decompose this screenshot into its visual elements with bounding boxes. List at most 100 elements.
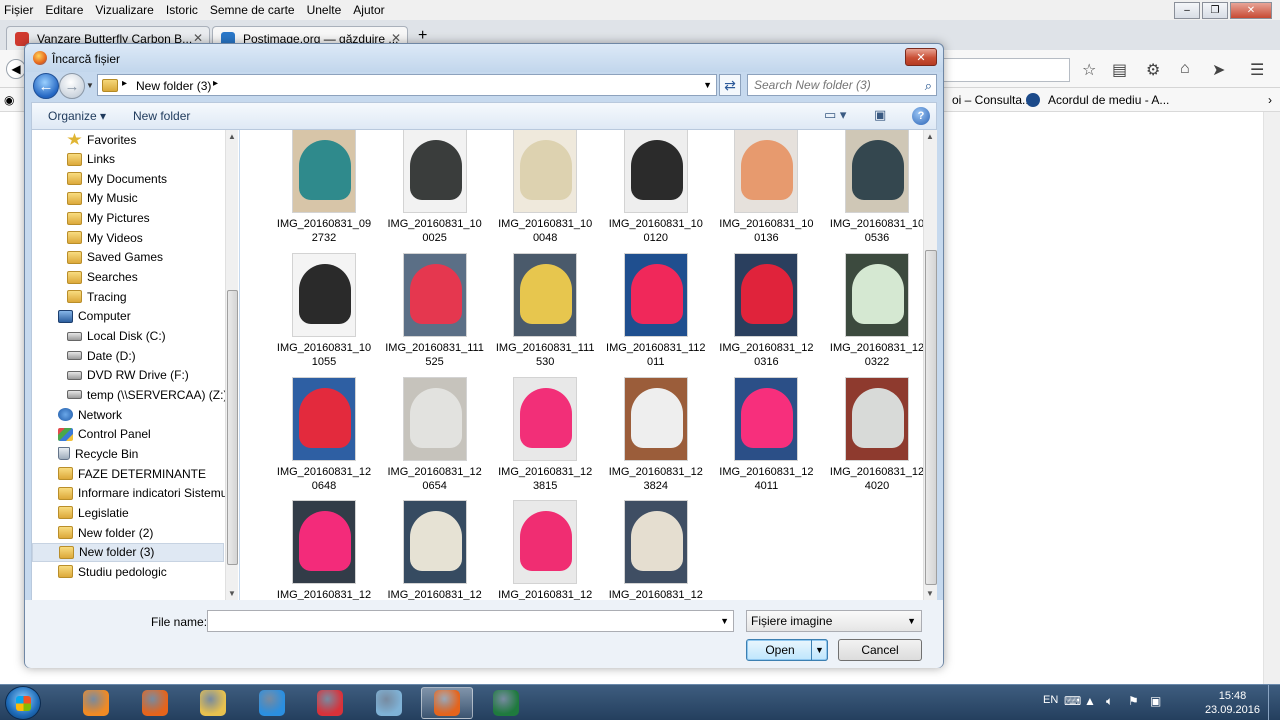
nav-item[interactable]: New folder (3): [32, 542, 224, 562]
file-item[interactable]: IMG_20160831_124020: [827, 376, 923, 493]
forward-arrow-icon[interactable]: →: [59, 73, 85, 99]
chevron-right-icon[interactable]: ›: [1268, 93, 1272, 107]
settings-gear-icon[interactable]: ⚙: [1146, 60, 1160, 80]
bookmark-item[interactable]: Acordul de mediu - A...: [1048, 93, 1169, 107]
menu-item[interactable]: Unelte: [307, 3, 342, 17]
browser-search-box[interactable]: [940, 58, 1070, 82]
nav-item[interactable]: Searches: [67, 268, 224, 287]
file-item[interactable]: IMG_20160831_120322: [827, 252, 923, 369]
nav-item[interactable]: Studiu pedologic: [58, 562, 224, 581]
file-item[interactable]: IMG_20160831_100136: [716, 130, 816, 245]
nav-item[interactable]: My Music: [67, 189, 224, 208]
chevron-down-icon[interactable]: ▼: [703, 80, 712, 90]
refresh-icon[interactable]: ⇄: [719, 74, 741, 96]
nav-item[interactable]: Control Panel: [58, 425, 224, 444]
volume-icon[interactable]: 🔈︎: [1106, 694, 1113, 709]
page-scrollbar[interactable]: [1263, 112, 1280, 684]
new-folder-button[interactable]: New folder: [133, 109, 190, 123]
show-desktop-button[interactable]: [1268, 685, 1280, 720]
maximize-button[interactable]: ❐: [1202, 2, 1228, 19]
file-item[interactable]: IMG_20160831_120648: [274, 376, 374, 493]
scrollbar-thumb[interactable]: [227, 290, 238, 565]
file-item[interactable]: IMG_20160831_120654: [385, 376, 485, 493]
chevron-right-icon[interactable]: ▸: [122, 78, 127, 89]
file-item[interactable]: IMG_20160831_100536: [827, 130, 923, 245]
file-item[interactable]: IMG_20160831_092732: [274, 130, 374, 245]
file-item[interactable]: IMG_20160831_111530: [495, 252, 595, 369]
taskbar-app-button[interactable]: [480, 687, 532, 719]
search-icon[interactable]: ⌕: [925, 78, 932, 94]
nav-item[interactable]: Legislatie: [58, 503, 224, 522]
menu-item[interactable]: Ajutor: [353, 3, 384, 17]
scroll-down-icon[interactable]: ▼: [228, 589, 236, 598]
minimize-button[interactable]: –: [1174, 2, 1200, 19]
nav-item[interactable]: Informare indicatori Sistemul: [58, 484, 230, 503]
file-item[interactable]: IMG_20160831_123824: [606, 376, 706, 493]
file-type-select[interactable]: Fișiere imagine ▼: [746, 610, 922, 632]
clock[interactable]: 15:48 23.09.2016: [1205, 689, 1260, 717]
bookmark-icon[interactable]: ◉: [4, 93, 14, 107]
hamburger-menu-icon[interactable]: ☰: [1250, 60, 1264, 80]
file-list-scrollbar[interactable]: ▲ ▼: [923, 130, 937, 600]
taskbar-app-button[interactable]: [304, 687, 356, 719]
start-button[interactable]: [5, 686, 41, 720]
nav-item[interactable]: Recycle Bin: [58, 444, 224, 463]
file-item[interactable]: IMG_20160831_111525: [385, 252, 485, 369]
flag-icon[interactable]: ⚑: [1128, 694, 1139, 708]
nav-item[interactable]: Network: [58, 405, 224, 424]
nav-item[interactable]: My Pictures: [67, 209, 224, 228]
dialog-close-button[interactable]: ✕: [905, 48, 937, 66]
taskbar-app-button[interactable]: [246, 687, 298, 719]
navigation-scrollbar[interactable]: ▲ ▼: [225, 130, 238, 600]
help-icon[interactable]: ?: [912, 107, 930, 125]
search-input[interactable]: [748, 75, 908, 95]
taskbar-app-button[interactable]: [129, 687, 181, 719]
cancel-button[interactable]: Cancel: [838, 639, 922, 661]
file-item[interactable]: IMG_20160831_124637: [495, 500, 595, 600]
nav-item[interactable]: temp (\\SERVERCAA) (Z:): [67, 385, 227, 404]
history-dropdown-icon[interactable]: ▼: [86, 81, 94, 90]
chevron-down-icon[interactable]: ▼: [720, 616, 729, 626]
nav-item[interactable]: My Videos: [67, 228, 224, 247]
file-item[interactable]: IMG_20160831_123815: [495, 376, 595, 493]
network-icon[interactable]: ▣: [1150, 694, 1161, 708]
nav-item[interactable]: Saved Games: [67, 248, 224, 267]
file-item[interactable]: IMG_20160831_112011: [606, 252, 706, 369]
breadcrumb-item[interactable]: New folder (3): [136, 79, 211, 93]
nav-item[interactable]: Local Disk (C:): [67, 327, 224, 346]
nav-item[interactable]: Date (D:): [67, 346, 224, 365]
file-item[interactable]: IMG_20160831_120316: [716, 252, 816, 369]
scroll-up-icon[interactable]: ▲: [228, 132, 236, 141]
language-indicator[interactable]: EN: [1043, 694, 1058, 706]
back-arrow-icon[interactable]: ←: [33, 73, 59, 99]
view-options-icon[interactable]: ▭ ▾: [824, 107, 846, 123]
chevron-down-icon[interactable]: ▼: [907, 616, 916, 626]
window-close-button[interactable]: ✕: [1230, 2, 1272, 19]
nav-item[interactable]: FAZE DETERMINANTE: [58, 464, 224, 483]
file-name-combo[interactable]: ▼: [207, 610, 734, 632]
nav-item[interactable]: Computer: [58, 307, 224, 326]
chevron-up-icon[interactable]: ▲: [1084, 694, 1096, 708]
send-icon[interactable]: ➤: [1212, 60, 1225, 80]
bookmark-star-icon[interactable]: ☆: [1082, 60, 1096, 80]
reading-list-icon[interactable]: ▤: [1112, 60, 1127, 80]
open-dropdown-icon[interactable]: ▼: [811, 639, 828, 661]
menu-item[interactable]: Editare: [45, 3, 83, 17]
scroll-down-icon[interactable]: ▼: [926, 589, 934, 598]
nav-item[interactable]: Links: [67, 150, 224, 169]
file-name-input[interactable]: [208, 611, 708, 631]
nav-item[interactable]: My Documents: [67, 169, 224, 188]
menu-item[interactable]: Semne de carte: [210, 3, 295, 17]
nav-item[interactable]: Tracing: [67, 287, 224, 306]
file-item[interactable]: IMG_20160831_124406: [385, 500, 485, 600]
nav-item[interactable]: DVD RW Drive (F:): [67, 366, 224, 385]
organize-button[interactable]: Organize ▾: [48, 109, 106, 123]
file-item[interactable]: IMG_20160831_100120: [606, 130, 706, 245]
file-item[interactable]: IMG_20160831_100025: [385, 130, 485, 245]
scroll-up-icon[interactable]: ▲: [926, 132, 934, 141]
nav-item[interactable]: Favorites: [67, 130, 224, 149]
search-box[interactable]: ⌕: [747, 74, 937, 96]
menu-item[interactable]: Fișier: [4, 3, 33, 17]
file-item[interactable]: IMG_20160831_100048: [495, 130, 595, 245]
taskbar-app-button[interactable]: [70, 687, 122, 719]
